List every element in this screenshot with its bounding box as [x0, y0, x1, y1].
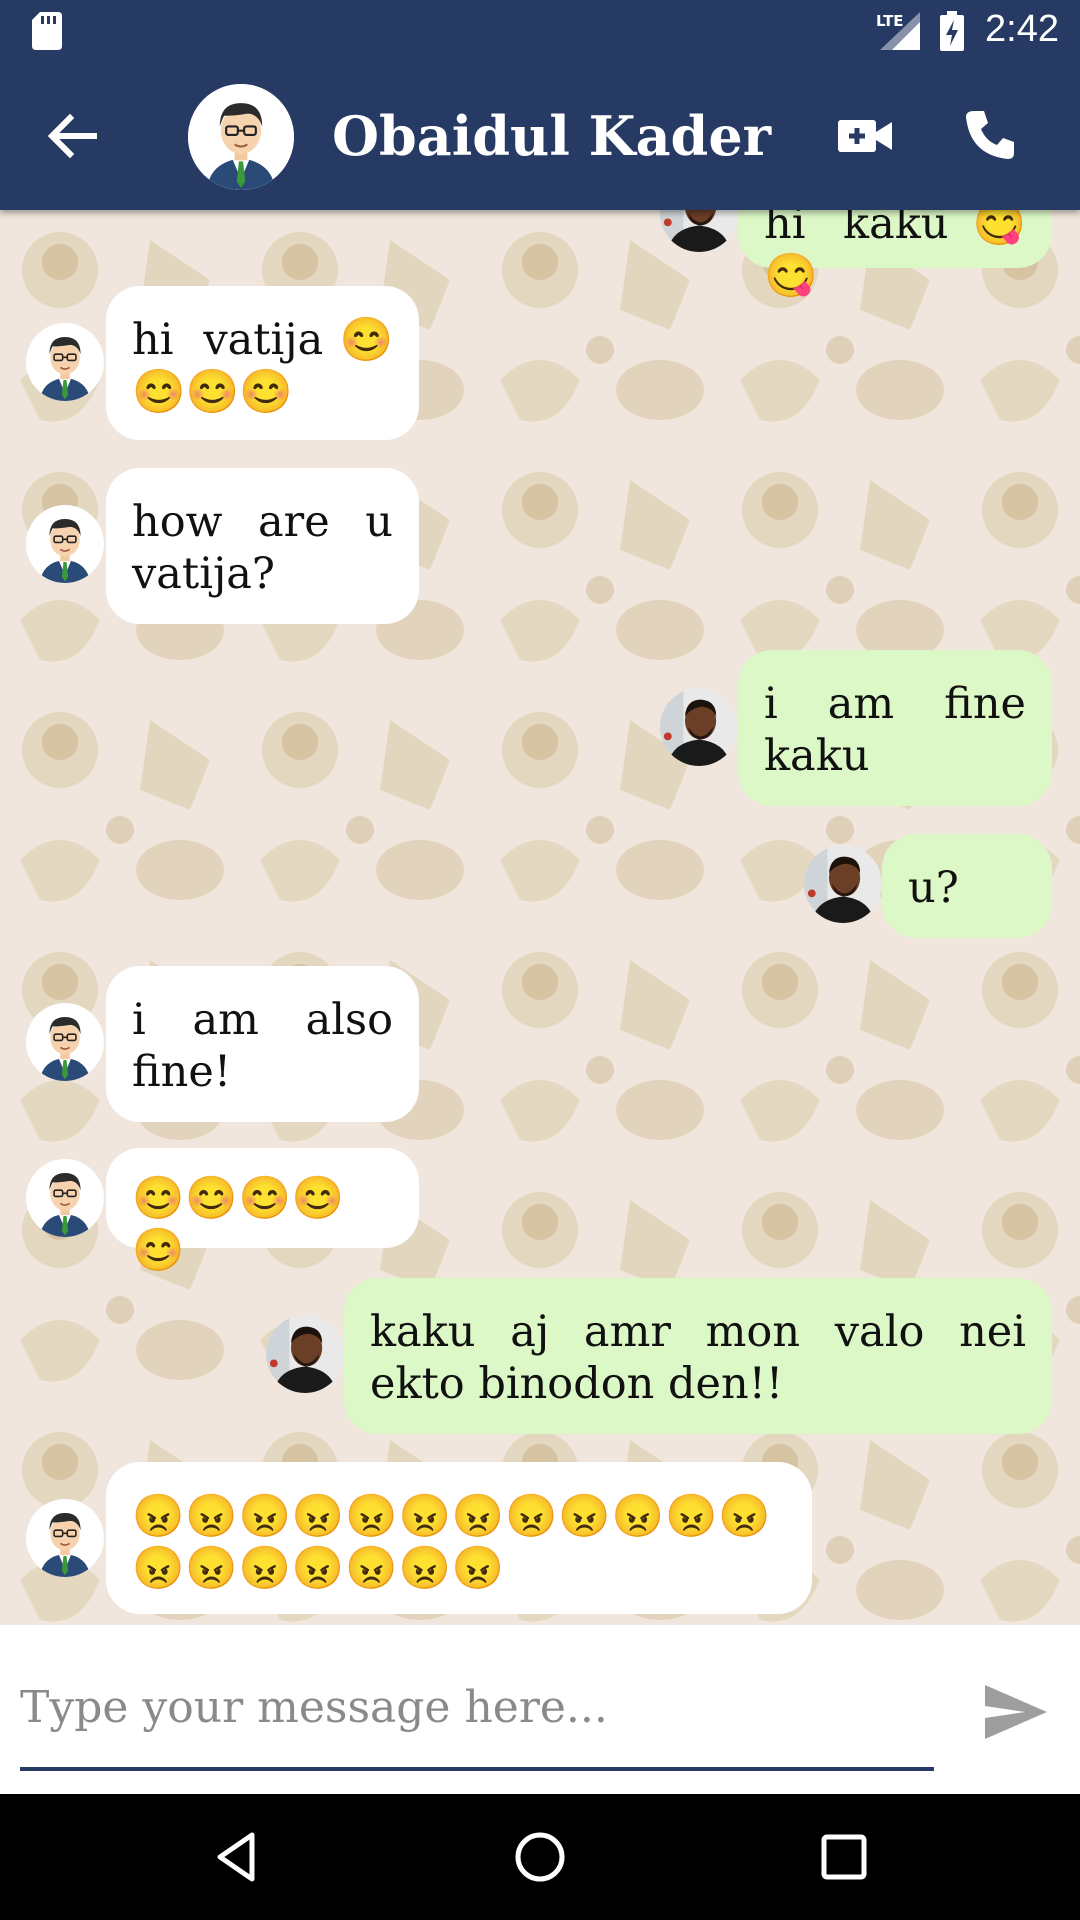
- message-bubble-incoming[interactable]: 😊😊😊😊😊: [106, 1148, 419, 1274]
- message-bubble-outgoing[interactable]: i am fine kaku: [738, 650, 1052, 806]
- message-bubble-incoming[interactable]: 😠😠😠😠😠😠😠😠😠😠😠😠😠😠😠😠😠😠😠: [106, 1462, 812, 1614]
- video-call-icon[interactable]: [838, 116, 892, 156]
- status-bar: LTE 2:42: [0, 0, 1080, 63]
- sender-avatar: [660, 688, 738, 766]
- contact-message-avatar: [26, 505, 104, 583]
- message-bubble-incoming[interactable]: i am also fine!: [106, 966, 419, 1122]
- signal-icon: [880, 12, 920, 50]
- sender-avatar: [804, 845, 882, 923]
- message-bubble-outgoing[interactable]: hi kaku😋😋: [738, 210, 1052, 301]
- message-list[interactable]: hi kaku😋😋 hi vatija😊😊😊😊 how are u vatija…: [0, 210, 1080, 1625]
- system-navigation-bar: [0, 1794, 1080, 1920]
- battery-charging-icon: [940, 11, 964, 51]
- message-bubble-outgoing[interactable]: kaku aj amr mon valo nei ekto binodon de…: [344, 1278, 1052, 1434]
- contact-name[interactable]: Obaidul Kader: [332, 101, 771, 171]
- sender-avatar: [266, 1315, 344, 1393]
- sd-card-icon: [32, 12, 62, 50]
- contact-message-avatar: [26, 323, 104, 401]
- message-bubble-incoming[interactable]: how are u vatija?: [106, 468, 419, 624]
- phone-icon[interactable]: [962, 107, 1018, 163]
- contact-message-avatar: [26, 1159, 104, 1237]
- input-underline: [20, 1767, 934, 1771]
- compose-bar: [0, 1625, 1080, 1794]
- contact-message-avatar: [26, 1003, 104, 1081]
- message-input[interactable]: [20, 1677, 930, 1737]
- contact-message-avatar: [26, 1499, 104, 1577]
- nav-recents-icon[interactable]: [814, 1827, 874, 1887]
- nav-back-icon[interactable]: [206, 1827, 266, 1887]
- back-arrow-icon[interactable]: [44, 108, 100, 164]
- message-bubble-incoming[interactable]: hi vatija😊😊😊😊: [106, 286, 419, 440]
- chat-header: Obaidul Kader: [0, 63, 1080, 210]
- nav-home-icon[interactable]: [510, 1827, 570, 1887]
- contact-avatar[interactable]: [188, 84, 294, 190]
- status-clock: 2:42: [985, 8, 1059, 50]
- send-icon[interactable]: [985, 1685, 1047, 1739]
- message-bubble-outgoing[interactable]: u?: [882, 834, 1052, 938]
